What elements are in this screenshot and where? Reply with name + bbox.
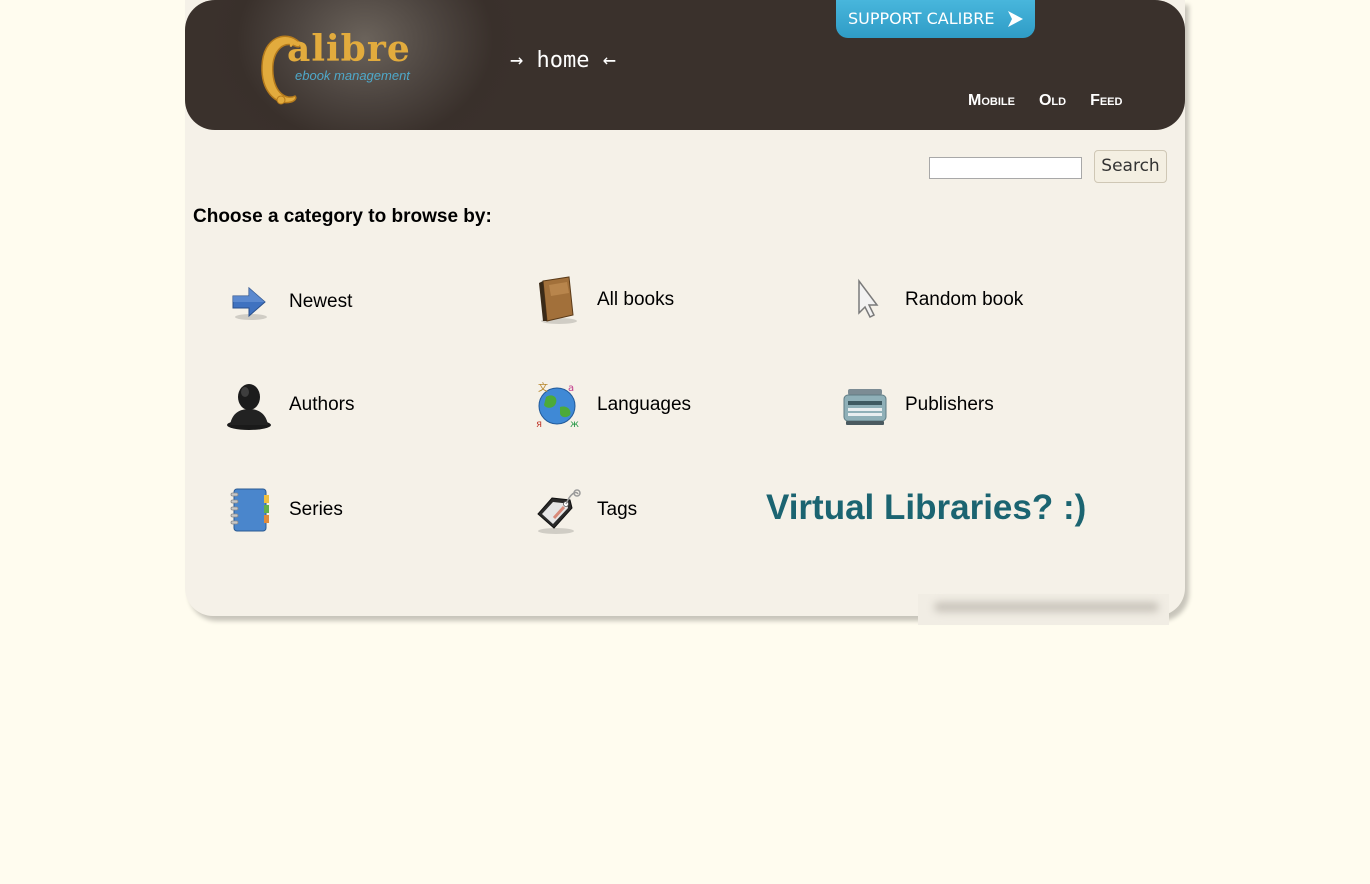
category-label: Authors xyxy=(289,394,355,415)
person-icon xyxy=(223,379,275,431)
category-series[interactable]: Series xyxy=(223,480,343,540)
top-nav: Mobile Old Feed xyxy=(968,92,1122,110)
cursor-icon xyxy=(839,274,891,326)
category-label: All books xyxy=(597,289,675,310)
footer-blurred-text xyxy=(918,594,1169,625)
notebook-icon xyxy=(223,484,275,536)
main-panel: alibre ebook management → home ← SUPPORT… xyxy=(185,0,1185,625)
svg-text:я: я xyxy=(536,419,542,430)
category-heading: Choose a category to browse by: xyxy=(193,206,492,227)
svg-text:文: 文 xyxy=(538,381,548,394)
logo-wordmark: alibre xyxy=(287,28,411,70)
search-input[interactable] xyxy=(929,157,1082,179)
support-calibre-button[interactable]: SUPPORT CALIBRE xyxy=(836,0,1035,38)
arrow-right-icon xyxy=(223,276,275,328)
category-publishers[interactable]: Publishers xyxy=(839,375,994,435)
book-icon xyxy=(531,274,583,326)
nav-feed-link[interactable]: Feed xyxy=(1090,92,1122,110)
nav-mobile-link[interactable]: Mobile xyxy=(968,92,1015,110)
category-random-book[interactable]: Random book xyxy=(839,270,1023,330)
typewriter-icon xyxy=(839,379,891,431)
category-all-books[interactable]: All books xyxy=(531,270,674,330)
category-languages[interactable]: 文 a я ж Languages xyxy=(531,375,691,435)
globe-icon: 文 a я ж xyxy=(531,379,583,431)
svg-text:ж: ж xyxy=(570,419,579,430)
category-label: Series xyxy=(289,499,343,520)
category-label: Tags xyxy=(597,499,638,520)
page-title: → home ← xyxy=(510,48,616,73)
arrow-right-icon xyxy=(1008,11,1023,27)
category-authors[interactable]: Authors xyxy=(223,375,354,435)
support-calibre-label: SUPPORT CALIBRE xyxy=(848,9,995,28)
category-newest[interactable]: Newest xyxy=(223,272,352,332)
category-tags[interactable]: Tags xyxy=(531,480,637,540)
nav-old-link[interactable]: Old xyxy=(1039,92,1066,110)
category-label: Random book xyxy=(905,289,1024,310)
logo-tagline: ebook management xyxy=(295,68,410,83)
tag-icon xyxy=(531,484,583,536)
search-button[interactable]: Search xyxy=(1094,150,1167,183)
category-label: Languages xyxy=(597,394,692,415)
svg-text:a: a xyxy=(568,383,574,394)
calibre-logo[interactable]: alibre ebook management xyxy=(257,26,427,112)
header: alibre ebook management → home ← SUPPORT… xyxy=(185,0,1185,130)
category-label: Newest xyxy=(289,291,353,312)
category-label: Publishers xyxy=(905,394,994,415)
virtual-libraries-link[interactable]: Virtual Libraries? :) xyxy=(766,488,1086,528)
blurred-text xyxy=(934,602,1159,612)
